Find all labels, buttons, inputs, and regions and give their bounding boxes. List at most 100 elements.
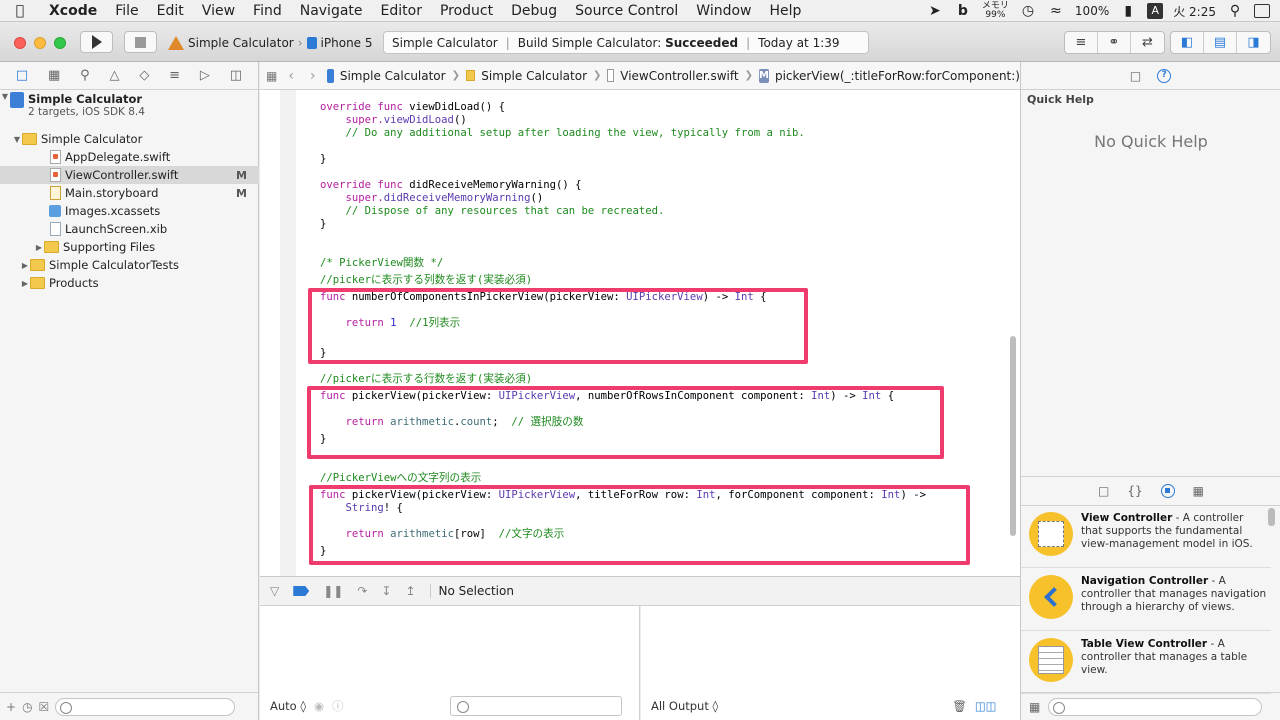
symbol-navigator-icon[interactable]: ▦: [48, 68, 60, 83]
minimize-window-button[interactable]: [34, 37, 46, 49]
debug-navigator-icon[interactable]: ≡: [169, 68, 180, 83]
toggle-navigator-icon[interactable]: ◧: [1171, 32, 1204, 53]
disclosure-closed-icon[interactable]: ▶: [34, 243, 44, 252]
scheme-selector[interactable]: Simple Calculator › iPhone 5: [168, 32, 373, 54]
tree-row-appdelegate[interactable]: AppDelegate.swift: [0, 148, 259, 166]
disclosure-closed-icon[interactable]: ▶: [20, 261, 30, 270]
report-navigator-icon[interactable]: ◫: [230, 68, 242, 83]
output-selector[interactable]: All Output ◊: [651, 699, 718, 713]
scm-filter-icon[interactable]: ☒: [39, 700, 50, 714]
time-machine-icon[interactable]: ◷: [1019, 3, 1037, 19]
tree-row-tests[interactable]: ▶ Simple CalculatorTests: [0, 256, 259, 274]
disclosure-open-icon[interactable]: ▼: [0, 92, 10, 101]
clock[interactable]: 火 2:25: [1173, 3, 1216, 20]
file-inspector-icon[interactable]: □: [1130, 69, 1141, 83]
library-filter-input[interactable]: [1048, 697, 1263, 716]
step-into-icon[interactable]: ↧: [381, 584, 391, 598]
battery-icon[interactable]: ▮: [1119, 3, 1137, 19]
toggle-utilities-icon[interactable]: ◨: [1237, 32, 1270, 53]
notification-center-icon[interactable]: [1254, 4, 1270, 18]
step-over-icon[interactable]: ↷: [357, 584, 367, 598]
tree-row-products[interactable]: ▶ Products: [0, 274, 259, 292]
file-template-library-icon[interactable]: □: [1098, 484, 1109, 498]
quick-help-icon[interactable]: ?: [1157, 68, 1172, 83]
apple-menu-icon[interactable]: : [0, 3, 40, 19]
forward-arrow-icon[interactable]: ›: [305, 68, 321, 84]
wifi-icon[interactable]: ≈: [1047, 3, 1065, 19]
editor-scrollbar[interactable]: [1010, 336, 1016, 536]
disclosure-open-icon[interactable]: ▼: [12, 135, 22, 144]
gutter: [280, 90, 296, 576]
input-method-icon[interactable]: A: [1147, 3, 1164, 19]
disclosure-closed-icon[interactable]: ▶: [20, 279, 30, 288]
grid-view-icon[interactable]: ▦: [1029, 700, 1040, 714]
standard-editor-icon[interactable]: ≡: [1065, 32, 1098, 53]
media-library-icon[interactable]: ▦: [1193, 484, 1204, 498]
object-library-icon[interactable]: [1160, 484, 1175, 498]
menu-editor[interactable]: Editor: [372, 0, 431, 22]
menu-help[interactable]: Help: [761, 0, 811, 22]
library-item-view-controller[interactable]: View Controller - A controller that supp…: [1021, 506, 1271, 568]
stop-button[interactable]: [124, 31, 157, 53]
step-out-icon[interactable]: ↥: [405, 584, 415, 598]
jump-group[interactable]: Simple Calculator: [481, 69, 587, 83]
trash-icon[interactable]: 🗑: [952, 699, 967, 713]
add-icon[interactable]: +: [6, 700, 16, 714]
version-editor-icon[interactable]: ⇄: [1131, 32, 1164, 53]
project-navigator-icon[interactable]: □: [16, 68, 28, 83]
spotlight-search-icon[interactable]: ⚲: [1226, 3, 1244, 19]
tree-row-xcassets[interactable]: Images.xcassets: [0, 202, 259, 220]
run-button[interactable]: [80, 31, 113, 53]
breakpoints-toggle-icon[interactable]: [293, 586, 310, 596]
test-navigator-icon[interactable]: ◇: [139, 68, 149, 83]
auto-selector[interactable]: Auto ◊: [270, 699, 306, 713]
b-icon[interactable]: b: [954, 3, 972, 19]
assistant-editor-icon[interactable]: ⚭: [1098, 32, 1131, 53]
library-item-table-view-controller[interactable]: Table View Controller - A controller tha…: [1021, 632, 1271, 694]
eye-icon[interactable]: ◉: [314, 699, 324, 713]
tree-row-group[interactable]: ▼ Simple Calculator: [0, 130, 259, 148]
recent-files-icon[interactable]: ◷: [22, 700, 32, 714]
jump-project[interactable]: Simple Calculator: [340, 69, 446, 83]
variables-filter-input[interactable]: [449, 696, 622, 716]
menu-view[interactable]: View: [193, 0, 244, 22]
menu-navigate[interactable]: Navigate: [291, 0, 372, 22]
tree-row-viewcontroller[interactable]: ViewController.swift M: [0, 166, 259, 184]
back-arrow-icon[interactable]: ‹: [283, 68, 299, 84]
hide-debug-area-icon[interactable]: ▽: [270, 584, 279, 598]
tree-row-project[interactable]: ▼ Simple Calculator 2 targets, iOS SDK 8…: [0, 92, 259, 122]
memory-meter[interactable]: メモリ 99%: [982, 2, 1009, 20]
menu-window[interactable]: Window: [687, 0, 760, 22]
tree-row-launchscreen[interactable]: LaunchScreen.xib: [0, 220, 259, 238]
code-snippet-library-icon[interactable]: {}: [1127, 484, 1142, 498]
feedly-icon[interactable]: ➤: [926, 3, 944, 19]
activity-divider-2: |: [746, 35, 751, 50]
toggle-debug-area-icon[interactable]: ▤: [1204, 32, 1237, 53]
pause-icon[interactable]: ❚❚: [323, 584, 343, 598]
jump-symbol[interactable]: pickerView(_:titleForRow:forComponent:): [775, 69, 1020, 83]
split-view-icon[interactable]: ◫◫: [975, 699, 997, 713]
navigator-filter-input[interactable]: [55, 697, 236, 716]
battery-percent[interactable]: 100%: [1075, 4, 1109, 18]
menu-file[interactable]: File: [106, 0, 147, 22]
issue-navigator-icon[interactable]: △: [110, 68, 120, 83]
menu-find[interactable]: Find: [244, 0, 291, 22]
info-icon[interactable]: ⓘ: [332, 698, 344, 714]
menu-xcode[interactable]: Xcode: [40, 0, 106, 22]
zoom-window-button[interactable]: [54, 37, 66, 49]
library-item-navigation-controller[interactable]: Navigation Controller - A controller tha…: [1021, 569, 1271, 631]
jump-file[interactable]: ViewController.swift: [620, 69, 738, 83]
related-items-icon[interactable]: ▦: [266, 69, 277, 83]
breakpoint-navigator-icon[interactable]: ▷: [200, 68, 210, 83]
scheme-target[interactable]: Simple Calculator: [188, 36, 294, 50]
tree-row-storyboard[interactable]: Main.storyboard M: [0, 184, 259, 202]
scheme-device[interactable]: iPhone 5: [321, 36, 373, 50]
menu-debug[interactable]: Debug: [502, 0, 566, 22]
library-scrollbar[interactable]: [1268, 508, 1275, 526]
find-navigator-icon[interactable]: ⚲: [80, 68, 90, 83]
close-window-button[interactable]: [14, 37, 26, 49]
tree-row-supporting-files[interactable]: ▶ Supporting Files: [0, 238, 259, 256]
menu-source-control[interactable]: Source Control: [566, 0, 687, 22]
menu-edit[interactable]: Edit: [148, 0, 193, 22]
menu-product[interactable]: Product: [431, 0, 502, 22]
